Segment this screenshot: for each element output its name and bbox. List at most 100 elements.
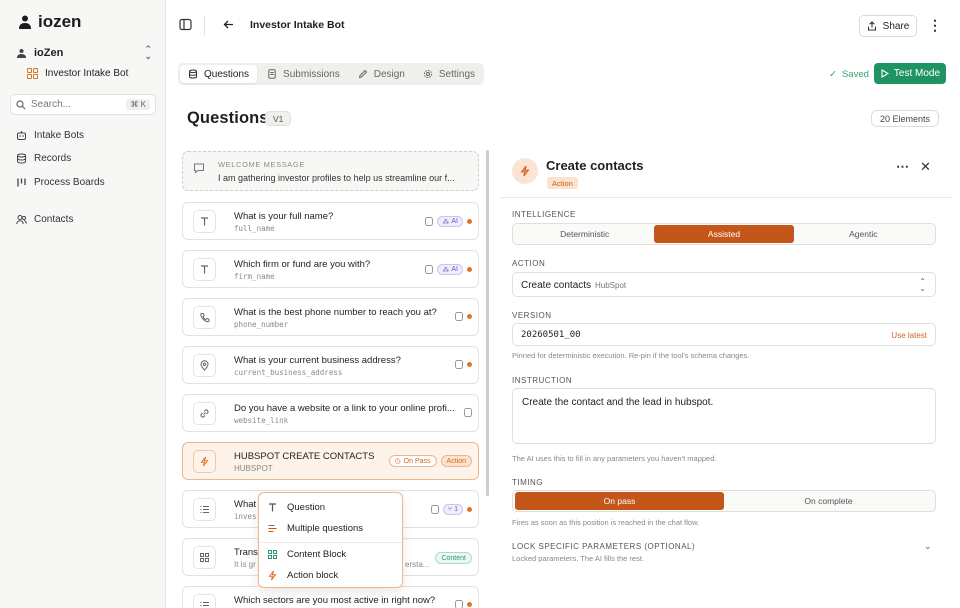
back-button[interactable] (222, 18, 234, 30)
sidebar-item-contacts[interactable]: Contacts (16, 214, 73, 225)
tab-bar: Questions Submissions Design Settings (178, 63, 484, 85)
version-badge: V1 (265, 111, 292, 126)
question-card[interactable]: Which firm or fund are you with? firm_na… (182, 250, 479, 288)
sidebar-item-process-boards[interactable]: Process Boards (16, 177, 105, 188)
intelligence-selector: Deterministic Assisted Agentic (512, 223, 936, 245)
question-title: What (234, 499, 257, 510)
intelligence-option-agentic[interactable]: Agentic (794, 225, 933, 243)
menu-item-multiple-questions[interactable]: Multiple questions (267, 523, 363, 534)
database-icon (17, 153, 26, 164)
timing-option-on-pass[interactable]: On pass (515, 492, 724, 510)
search-input[interactable]: Search... ⌘ K (10, 94, 156, 115)
tab-settings[interactable]: Settings (415, 65, 483, 83)
divider (500, 197, 952, 198)
close-icon[interactable]: ✕ (920, 159, 931, 175)
question-title: What is the best phone number to reach y… (234, 307, 437, 318)
chevron-updown-icon: ⌃ ⌄ (144, 44, 152, 61)
scrollbar[interactable] (486, 150, 489, 496)
timing-option-on-complete[interactable]: On complete (724, 492, 933, 510)
app-logo[interactable]: iozen (18, 12, 81, 32)
sidebar-item-records[interactable]: Records (16, 153, 71, 164)
question-card[interactable]: Do you have a website or a link to your … (182, 394, 479, 432)
ai-badge-label: AI (451, 266, 458, 273)
status-dot (467, 267, 472, 272)
sidebar-item-label: Intake Bots (34, 130, 85, 141)
share-label: Share (882, 20, 910, 32)
ai-badge: ⁂ AI (437, 264, 463, 275)
content-title: Trans (234, 547, 258, 558)
element-count-badge: 20 Elements (871, 110, 940, 127)
text-icon (193, 210, 216, 233)
ai-badge: ⑂ 1 (442, 504, 463, 515)
lock-parameters-toggle[interactable]: LOCK SPECIFIC PARAMETERS (OPTIONAL) (512, 542, 695, 551)
menu-item-question[interactable]: Question (267, 502, 325, 513)
menu-item-content-block[interactable]: Content Block (267, 549, 346, 560)
branch-icon: ⑂ (447, 506, 453, 513)
clock-icon: ◷ (394, 458, 401, 465)
question-meta: ⑂ 1 (430, 504, 472, 515)
add-element-menu: Question Multiple questions Content Bloc… (258, 492, 403, 588)
question-field: current_business_address (234, 368, 343, 377)
instruction-textarea[interactable]: Create the contact and the lead in hubsp… (512, 388, 936, 444)
workspace-icon (17, 48, 26, 58)
phone-icon (193, 306, 216, 329)
top-bar: Investor Intake Bot Share ⋮ (166, 0, 960, 52)
arrow-left-icon (223, 20, 233, 28)
content-preview: It is gr (234, 560, 256, 569)
action-detail-panel: Create contacts Action ⋯ ✕ INTELLIGENCE … (500, 145, 952, 608)
question-field: full_name (234, 224, 275, 233)
version-value: 20260501_00 (521, 330, 581, 340)
active-bot-item[interactable]: Investor Intake Bot (27, 68, 128, 79)
search-icon (16, 99, 26, 109)
sidebar-item-label: Process Boards (34, 177, 105, 188)
active-bot-label: Investor Intake Bot (45, 68, 129, 79)
gear-icon (423, 69, 432, 79)
instruction-label: INSTRUCTION (512, 376, 573, 385)
use-latest-link[interactable]: Use latest (891, 331, 927, 340)
action-value: Create contacts (521, 280, 592, 291)
action-card-selected[interactable]: HUBSPOT CREATE CONTACTS HUBSPOT ◷ On Pass… (182, 442, 479, 480)
bolt-icon (193, 450, 216, 473)
list-icon (193, 594, 216, 608)
chevron-down-icon[interactable]: ⌄ (924, 541, 932, 552)
question-title: Which sectors are you most active in rig… (234, 595, 436, 606)
welcome-text: I am gathering investor profiles to help… (218, 173, 455, 183)
database-icon (189, 69, 197, 79)
workspace-switcher[interactable]: ioZen ⌃ ⌄ (16, 44, 152, 61)
toggle-sidebar-button[interactable] (178, 17, 192, 31)
sidebar: iozen ioZen ⌃ ⌄ Investor Intake Bot Searc… (0, 0, 166, 608)
intelligence-label: INTELLIGENCE (512, 210, 576, 219)
question-card[interactable]: What is your full name? full_name ⁂ AI (182, 202, 479, 240)
question-card[interactable]: What is your current business address? c… (182, 346, 479, 384)
tab-design[interactable]: Design (350, 65, 413, 83)
action-select[interactable]: Create contacts HubSpot ⌃ ⌄ (512, 272, 936, 297)
link-icon (193, 402, 216, 425)
more-options-icon[interactable]: ⋯ (896, 159, 909, 175)
tab-questions[interactable]: Questions (180, 65, 258, 83)
menu-item-label: Content Block (287, 549, 347, 560)
question-meta: ⁂ AI (425, 216, 472, 227)
panel-title: Create contacts (546, 158, 644, 173)
version-input[interactable]: 20260501_00 Use latest (512, 323, 936, 346)
intelligence-option-deterministic[interactable]: Deterministic (515, 225, 654, 243)
question-card[interactable]: Which sectors are you most active in rig… (182, 586, 479, 608)
menu-item-action-block[interactable]: Action block (267, 570, 338, 581)
workspace-name: ioZen (34, 47, 64, 59)
ai-badge: ⁂ AI (437, 216, 463, 227)
question-title: What is your full name? (234, 211, 334, 222)
tab-submissions[interactable]: Submissions (259, 65, 348, 83)
test-mode-button[interactable]: Test Mode (874, 63, 946, 84)
sidebar-item-intake-bots[interactable]: Intake Bots (16, 130, 84, 141)
action-title: HUBSPOT CREATE CONTACTS (234, 451, 375, 462)
welcome-message-card[interactable]: WELCOME MESSAGE I am gathering investor … (182, 151, 479, 191)
menu-item-label: Question (287, 502, 326, 513)
play-icon (881, 69, 889, 78)
instruction-value: Create the contact and the lead in hubsp… (522, 397, 714, 408)
more-options-icon[interactable]: ⋮ (928, 18, 942, 32)
sparkle-icon: ⁂ (442, 218, 450, 226)
question-card[interactable]: What is the best phone number to reach y… (182, 298, 479, 336)
intelligence-option-assisted[interactable]: Assisted (654, 225, 794, 243)
question-title: Do you have a website or a link to your … (234, 403, 455, 414)
share-button[interactable]: Share (859, 15, 917, 37)
ai-badge-label: 1 (454, 506, 458, 513)
